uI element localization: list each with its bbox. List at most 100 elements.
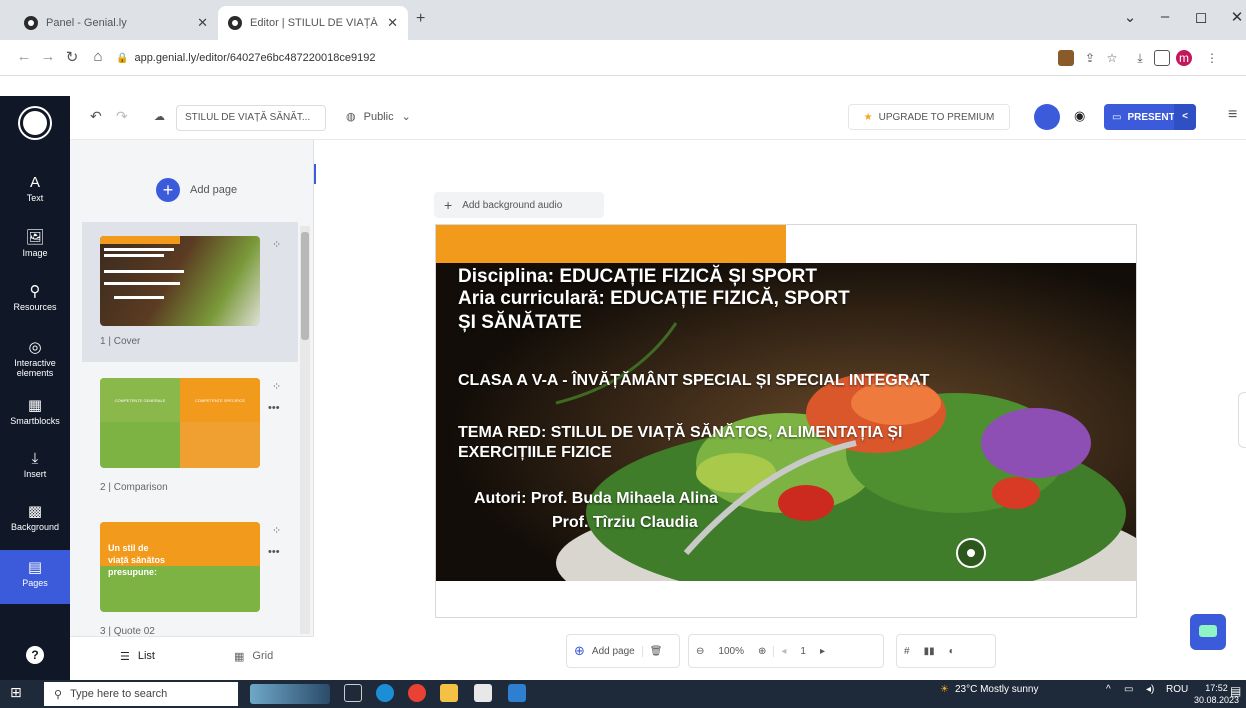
reload-icon[interactable]: ↻ <box>62 48 82 66</box>
grid-view-button[interactable]: ▦ Grid <box>234 650 273 663</box>
upgrade-button[interactable]: ★ UPGRADE TO PREMIUM <box>848 104 1010 130</box>
slide-line-authors-2[interactable]: Prof. Tîrziu Claudia <box>552 514 698 532</box>
extension-icon[interactable] <box>1058 50 1074 66</box>
browser-menu-icon[interactable]: ⋮ <box>1204 50 1220 66</box>
minimize-button[interactable]: – <box>1150 8 1180 25</box>
forward-icon[interactable]: → <box>38 48 58 65</box>
page-thumbnail-cover[interactable] <box>100 236 260 326</box>
weather-widget[interactable]: ☀ 23°C Mostly sunny <box>940 684 1038 695</box>
rail-text[interactable]: A Text <box>0 174 70 203</box>
undo-icon[interactable]: ↶ <box>90 108 102 125</box>
url-field[interactable]: 🔒 app.genial.ly/editor/64027e6bc48722001… <box>116 46 1016 70</box>
rail-insert[interactable]: ⤓ Insert <box>0 450 70 479</box>
chat-support-icon[interactable] <box>1190 614 1226 650</box>
slide-salad-image[interactable] <box>436 263 1136 581</box>
zoom-nav-group: ⊖ 100% ⊕ ◂ 1 ▸ <box>688 634 884 668</box>
slide-line-curriculum[interactable]: Aria curriculară: EDUCAȚIE FIZICĂ, SPORT <box>458 288 850 310</box>
list-view-button[interactable]: ☰ List <box>120 650 155 663</box>
previous-page-icon[interactable]: ◂ <box>773 645 793 657</box>
add-background-audio-button[interactable]: + Add background audio <box>434 192 604 218</box>
rail-pages[interactable]: ▤ Pages <box>0 550 70 604</box>
visibility-label: Public <box>363 110 394 123</box>
close-window-button[interactable]: ✕ <box>1222 8 1246 26</box>
bottom-add-page-label[interactable]: Add page <box>592 646 642 657</box>
visibility-dropdown[interactable]: ◍ Public ⌄ <box>346 110 411 124</box>
document-title[interactable]: STILUL DE VIAȚĂ SĂNĂT... <box>176 105 326 131</box>
page-number[interactable]: 1 <box>793 646 813 657</box>
chrome-icon[interactable] <box>408 684 426 702</box>
network-icon[interactable]: ▭ <box>1124 684 1133 695</box>
layout-columns-icon[interactable]: ▮▮ <box>917 646 942 657</box>
bookmark-star-icon[interactable]: ☆ <box>1104 50 1120 66</box>
share-page-icon[interactable]: ⇪ <box>1082 50 1098 66</box>
preview-eye-icon[interactable]: ◉ <box>1074 108 1085 124</box>
download-icon[interactable]: ⤓ <box>1132 50 1148 66</box>
rail-interactive-elements[interactable]: ◎ Interactive elements <box>0 338 70 378</box>
store-icon[interactable] <box>508 684 526 702</box>
salad-illustration <box>436 263 1136 581</box>
taskbar-search[interactable]: ⚲ Type here to search <box>44 682 238 706</box>
rail-background[interactable]: ▩ Background <box>0 502 70 532</box>
rail-label: Pages <box>22 578 48 588</box>
next-page-icon[interactable]: ▸ <box>813 646 832 657</box>
slide-line-curriculum-2[interactable]: ȘI SĂNĂTATE <box>458 312 582 334</box>
theme-palette-icon[interactable]: ◐ <box>942 646 962 657</box>
home-icon[interactable]: ⌂ <box>88 48 108 65</box>
genially-logo[interactable] <box>20 108 50 138</box>
more-options-icon[interactable]: ••• <box>268 402 280 414</box>
page-options-icon[interactable]: ⁘ <box>272 524 281 537</box>
task-view-icon[interactable] <box>344 684 362 702</box>
right-panel-handle[interactable] <box>1238 392 1246 448</box>
plus-circle-icon[interactable]: ⊕ <box>567 643 592 659</box>
tab-search-icon[interactable]: ⌄ <box>1115 8 1145 26</box>
slide-line-authors[interactable]: Autori: Prof. Buda Mihaela Alina <box>474 490 718 508</box>
delete-page-icon[interactable]: 🗑 <box>641 645 670 657</box>
zoom-out-icon[interactable]: ⊖ <box>689 646 711 657</box>
rail-image[interactable]: 🖼 Image <box>0 228 70 258</box>
rail-resources[interactable]: ⚲ Resources <box>0 282 70 312</box>
file-explorer-icon[interactable] <box>440 684 458 702</box>
hamburger-menu-icon[interactable]: ≡ <box>1228 106 1237 124</box>
back-icon[interactable]: ← <box>14 48 34 65</box>
mail-icon[interactable] <box>474 684 492 702</box>
windows-start-icon[interactable]: ⊞ <box>10 684 22 701</box>
page-options-icon[interactable]: ⁘ <box>272 238 281 251</box>
redo-icon[interactable]: ↷ <box>116 108 128 125</box>
weather-text: 23°C Mostly sunny <box>954 684 1039 695</box>
thumb-text-line <box>104 270 184 273</box>
edge-icon[interactable] <box>376 684 394 702</box>
new-tab-button[interactable]: + <box>416 10 425 28</box>
slide-line-class[interactable]: CLASA A V-A - ÎNVĂȚĂMÂNT SPECIAL ȘI SPEC… <box>458 372 929 390</box>
rail-smartblocks[interactable]: ▦ Smartblocks <box>0 396 70 426</box>
more-options-icon[interactable]: ••• <box>268 546 280 558</box>
language-indicator[interactable]: ROU <box>1166 684 1188 695</box>
tab-editor[interactable]: Editor | STILUL DE VIAȚĂ SĂNĂT ✕ <box>218 6 408 40</box>
collaborators-icon[interactable] <box>1034 104 1060 130</box>
slide-line-discipline[interactable]: Disciplina: EDUCAȚIE FIZICĂ ȘI SPORT <box>458 266 817 288</box>
zoom-level: 100% <box>718 645 744 657</box>
page-thumbnail-comparison[interactable]: COMPETENȚE GENERALE COMPETENȚE SPECIFICE <box>100 378 260 468</box>
zoom-in-icon[interactable]: ⊕ <box>751 646 773 657</box>
notifications-icon[interactable]: ▤ <box>1230 684 1241 698</box>
slide-orange-bar[interactable] <box>436 225 786 263</box>
maximize-button[interactable]: ◻ <box>1186 8 1216 26</box>
panel-scrollbar-thumb[interactable] <box>301 232 309 340</box>
panel-add-page-button[interactable]: + Add page <box>156 178 237 202</box>
tray-chevron-icon[interactable]: ^ <box>1106 684 1111 695</box>
profile-avatar[interactable]: m <box>1176 50 1192 66</box>
interactive-eye-button[interactable] <box>956 538 986 568</box>
lock-icon: 🔒 <box>116 52 129 64</box>
side-panel-icon[interactable] <box>1154 50 1170 66</box>
slide-line-theme[interactable]: TEMA RED: STILUL DE VIAȚĂ SĂNĂTOS, ALIME… <box>458 424 902 442</box>
close-tab-icon[interactable]: ✕ <box>387 15 398 31</box>
page-thumbnail-quote[interactable]: Un stil de viață sănătos presupune: <box>100 522 260 612</box>
close-tab-icon[interactable]: ✕ <box>197 15 208 31</box>
tab-panel-genially[interactable]: Panel - Genial.ly ✕ <box>14 6 218 40</box>
page-options-icon[interactable]: ⁘ <box>272 380 281 393</box>
present-button[interactable]: ▭ PRESENT < <box>1104 104 1196 130</box>
grid-lines-icon[interactable]: # <box>897 646 917 657</box>
slide-line-theme-2[interactable]: EXERCIȚIILE FIZICE <box>458 444 612 462</box>
volume-icon[interactable]: ◂) <box>1146 684 1154 695</box>
share-icon[interactable]: < <box>1174 104 1196 130</box>
help-icon[interactable]: ? <box>26 646 44 664</box>
